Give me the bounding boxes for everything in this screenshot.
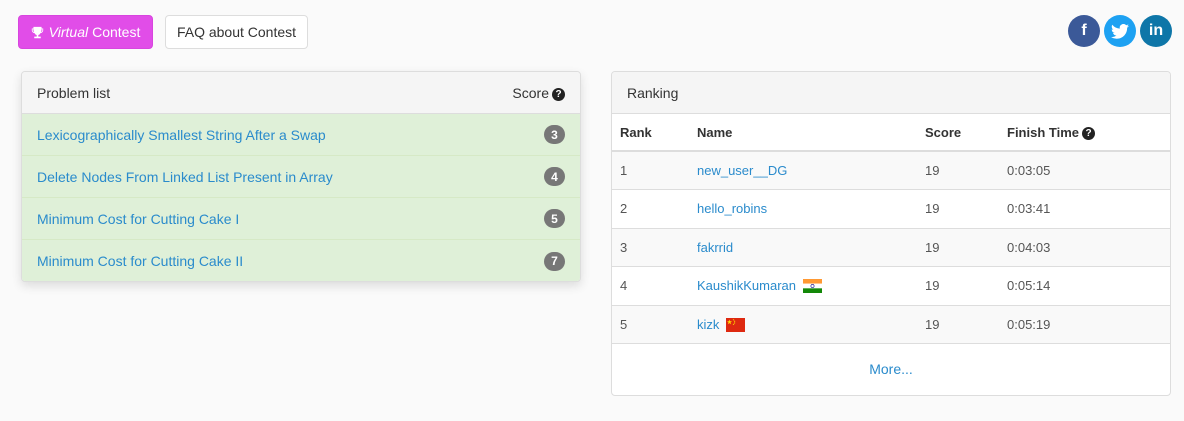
score-cell: 19 bbox=[917, 266, 999, 306]
rank-cell: 5 bbox=[612, 305, 689, 344]
user-link[interactable]: hello_robins bbox=[697, 201, 767, 216]
name-cell: kizk bbox=[689, 305, 917, 344]
score-badge: 3 bbox=[544, 125, 565, 144]
facebook-icon[interactable]: f bbox=[1068, 15, 1100, 47]
india-flag-icon bbox=[803, 279, 822, 294]
rank-column-header: Rank bbox=[612, 114, 689, 152]
trophy-icon bbox=[31, 26, 43, 38]
ranking-header-row: Rank Name Score Finish Time? bbox=[612, 114, 1170, 152]
ranking-title: Ranking bbox=[627, 84, 679, 101]
rank-cell: 4 bbox=[612, 266, 689, 306]
rank-cell: 2 bbox=[612, 189, 689, 229]
score-cell: 19 bbox=[917, 151, 999, 190]
table-row: 4 KaushikKumaran 19 0:05:14 bbox=[612, 266, 1170, 306]
score-cell: 19 bbox=[917, 305, 999, 344]
problem-link[interactable]: Minimum Cost for Cutting Cake II bbox=[37, 253, 243, 269]
faq-button[interactable]: FAQ about Contest bbox=[165, 15, 308, 49]
name-cell: KaushikKumaran bbox=[689, 266, 917, 306]
score-badge: 4 bbox=[544, 167, 565, 186]
rank-cell: 1 bbox=[612, 151, 689, 190]
table-row: 1 new_user__DG 19 0:03:05 bbox=[612, 151, 1170, 190]
problem-link[interactable]: Delete Nodes From Linked List Present in… bbox=[37, 169, 333, 185]
score-header: Score? bbox=[512, 85, 565, 101]
linkedin-icon[interactable]: in bbox=[1140, 15, 1172, 47]
score-cell: 19 bbox=[917, 228, 999, 267]
name-cell: new_user__DG bbox=[689, 151, 917, 190]
china-flag-icon bbox=[726, 317, 746, 332]
table-row: 2 hello_robins 19 0:03:41 bbox=[612, 189, 1170, 229]
problem-row: Delete Nodes From Linked List Present in… bbox=[22, 156, 580, 198]
user-link[interactable]: new_user__DG bbox=[697, 163, 787, 178]
finish-time-cell: 0:04:03 bbox=[999, 228, 1170, 267]
problem-row: Lexicographically Smallest String After … bbox=[22, 114, 580, 156]
score-cell: 19 bbox=[917, 189, 999, 229]
problem-list-title: Problem list bbox=[37, 84, 111, 101]
virtual-contest-button[interactable]: Virtual Contest bbox=[18, 15, 153, 49]
table-row: 5 kizk 19 0:05:19 bbox=[612, 305, 1170, 344]
user-link[interactable]: fakrrid bbox=[697, 240, 733, 255]
finish-time-cell: 0:05:19 bbox=[999, 305, 1170, 344]
user-link[interactable]: KaushikKumaran bbox=[697, 278, 796, 293]
question-icon[interactable]: ? bbox=[552, 87, 565, 101]
more-link[interactable]: More... bbox=[869, 361, 913, 377]
ranking-header: Ranking bbox=[612, 72, 1170, 114]
problem-list-header: Problem list Score? bbox=[22, 72, 580, 114]
virtual-emphasis: Virtual bbox=[48, 24, 89, 40]
name-column-header: Name bbox=[689, 114, 917, 152]
problem-row: Minimum Cost for Cutting Cake I 5 bbox=[22, 198, 580, 240]
problem-link[interactable]: Minimum Cost for Cutting Cake I bbox=[37, 211, 239, 227]
problem-link[interactable]: Lexicographically Smallest String After … bbox=[37, 127, 326, 143]
finish-time-cell: 0:03:41 bbox=[999, 189, 1170, 229]
score-label: Score bbox=[512, 84, 549, 101]
user-link[interactable]: kizk bbox=[697, 317, 719, 332]
problem-row: Minimum Cost for Cutting Cake II 7 bbox=[22, 240, 580, 281]
social-links: f in bbox=[1068, 15, 1172, 47]
score-badge: 5 bbox=[544, 209, 565, 228]
name-cell: hello_robins bbox=[689, 189, 917, 229]
finish-time-column-header: Finish Time? bbox=[999, 114, 1170, 152]
twitter-icon[interactable] bbox=[1104, 15, 1136, 47]
score-column-header: Score bbox=[917, 114, 999, 152]
score-badge: 7 bbox=[544, 251, 565, 271]
finish-time-cell: 0:03:05 bbox=[999, 151, 1170, 190]
name-cell: fakrrid bbox=[689, 228, 917, 267]
ranking-panel: Ranking Rank Name Score Finish Time? 1 n… bbox=[611, 71, 1171, 396]
virtual-label: Contest bbox=[92, 24, 141, 40]
rank-cell: 3 bbox=[612, 228, 689, 267]
more-row: More... bbox=[612, 344, 1170, 394]
question-icon[interactable]: ? bbox=[1082, 126, 1095, 140]
finish-time-cell: 0:05:14 bbox=[999, 266, 1170, 306]
table-row: 3 fakrrid 19 0:04:03 bbox=[612, 228, 1170, 267]
ranking-table: Rank Name Score Finish Time? 1 new_user_… bbox=[612, 114, 1170, 344]
finish-time-label: Finish Time bbox=[1007, 124, 1079, 140]
problem-list-panel: Problem list Score? Lexicographically Sm… bbox=[21, 71, 581, 282]
